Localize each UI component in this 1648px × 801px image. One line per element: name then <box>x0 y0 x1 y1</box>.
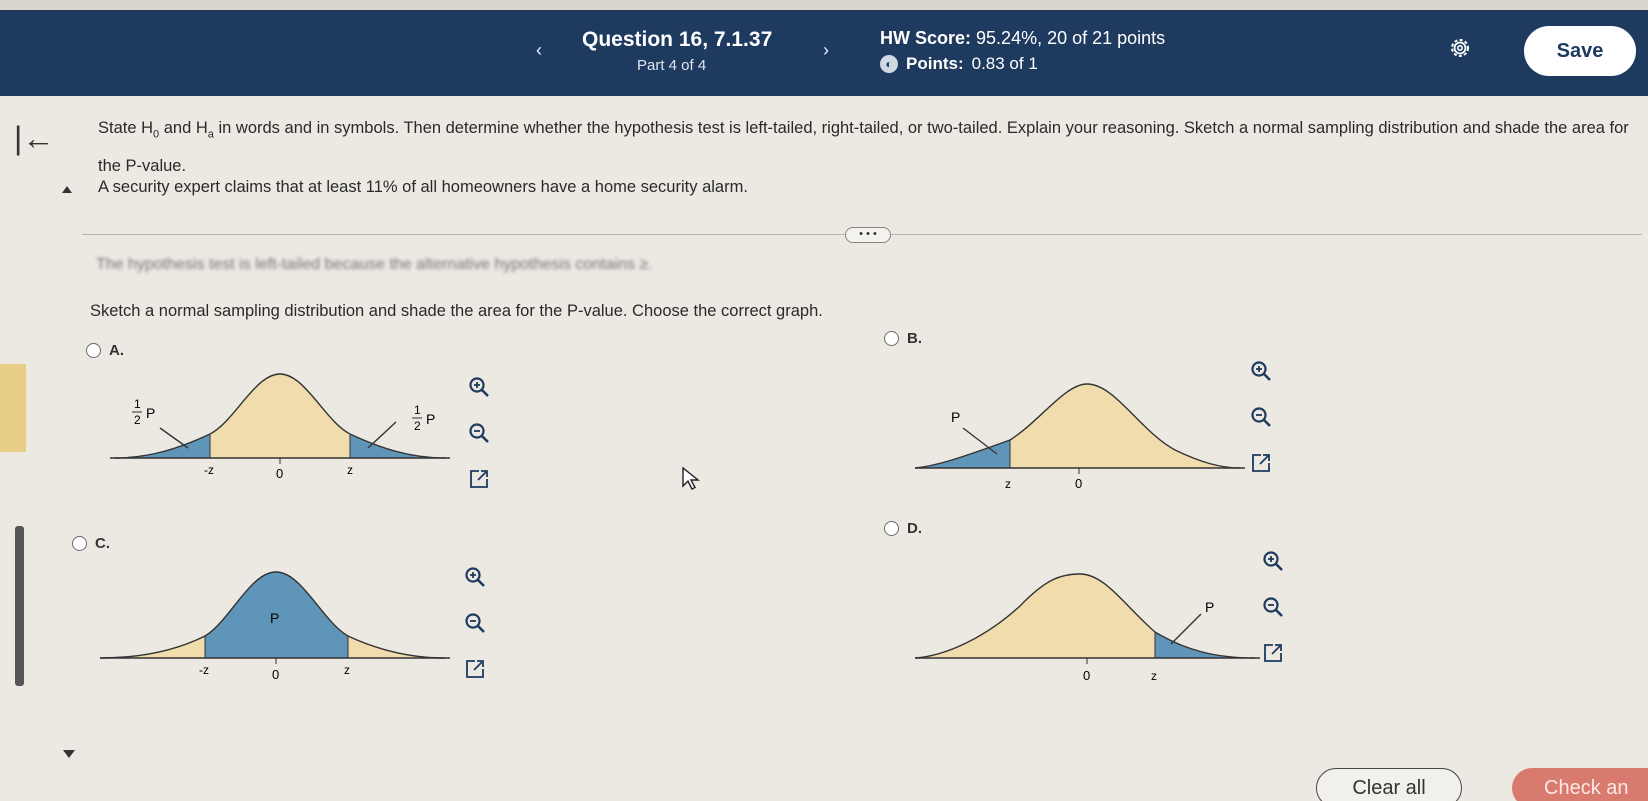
hw-score: HW Score: 95.24%, 20 of 21 points <box>880 28 1165 49</box>
zoom-in-icon[interactable] <box>464 566 486 588</box>
option-c-letter: C. <box>95 535 110 552</box>
label-p: P <box>270 610 279 626</box>
zoom-out-icon[interactable] <box>1250 406 1272 428</box>
graph-option-b: P z 0 <box>915 383 1245 491</box>
zoom-in-icon[interactable] <box>1262 550 1284 572</box>
question-part: Part 4 of 4 <box>637 57 707 74</box>
save-button[interactable]: Save <box>1524 26 1636 76</box>
mouse-cursor-icon <box>682 466 700 490</box>
label-zero: 0 <box>1083 668 1090 683</box>
graph-option-d: P 0 z <box>915 573 1260 683</box>
graph-d-tools <box>1262 550 1284 664</box>
prev-question-button[interactable]: ‹ <box>536 40 542 61</box>
check-answer-button[interactable]: Check an <box>1512 768 1648 801</box>
label-z: z <box>1005 477 1011 491</box>
option-d[interactable]: D. <box>884 520 922 537</box>
graph-c-tools <box>464 566 486 680</box>
label-z: z <box>344 663 350 677</box>
label-p-left: P <box>146 405 155 421</box>
collapse-down-icon[interactable] <box>63 750 75 758</box>
points-label: Points: <box>906 54 964 73</box>
label-neg-z: -z <box>199 663 209 677</box>
claim-text: A security expert claims that at least 1… <box>98 178 748 196</box>
zoom-out-icon[interactable] <box>464 612 486 634</box>
option-a-letter: A. <box>109 342 124 359</box>
expand-ellipsis-button[interactable]: • • • <box>845 227 891 243</box>
label-p: P <box>1205 599 1214 615</box>
label-half-right-num: 1 <box>414 403 421 417</box>
option-b[interactable]: B. <box>884 330 922 347</box>
graph-b-tools <box>1250 360 1272 474</box>
option-d-radio[interactable] <box>884 521 899 536</box>
label-p-right: P <box>426 411 435 427</box>
sketch-prompt: Sketch a normal sampling distribution an… <box>90 302 823 320</box>
partial-credit-icon: ◐ <box>880 55 898 73</box>
label-z: z <box>1151 669 1157 683</box>
graph-a-tools <box>468 376 490 490</box>
label-zero: 0 <box>1075 476 1082 491</box>
graph-option-a: 1 2 P 1 2 P -z 0 z <box>110 373 450 481</box>
hw-score-value: 95.24%, 20 of 21 points <box>976 28 1166 48</box>
label-p: P <box>951 409 960 425</box>
option-d-letter: D. <box>907 520 922 537</box>
side-scroll-indicator[interactable] <box>15 526 24 686</box>
label-half-left-num: 1 <box>134 397 141 411</box>
graph-option-c: P -z 0 z <box>100 571 450 682</box>
collapse-up-icon[interactable] <box>62 186 72 193</box>
option-b-letter: B. <box>907 330 922 347</box>
points-display: ◐ Points: 0.83 of 1 <box>880 54 1038 74</box>
question-header: ‹ Question 16, 7.1.37 Part 4 of 4 › HW S… <box>0 10 1648 96</box>
hw-score-label: HW Score: <box>880 28 972 48</box>
label-half-left-den: 2 <box>134 413 141 427</box>
label-neg-z: -z <box>204 463 214 477</box>
zoom-in-icon[interactable] <box>1250 360 1272 382</box>
question-title: Question 16, 7.1.37 <box>582 28 773 51</box>
previous-answer-text: The hypothesis test is left-tailed becau… <box>96 256 653 273</box>
option-a-radio[interactable] <box>86 343 101 358</box>
expand-icon[interactable] <box>1250 452 1272 474</box>
label-zero: 0 <box>272 667 279 682</box>
zoom-in-icon[interactable] <box>468 376 490 398</box>
option-c[interactable]: C. <box>72 535 110 552</box>
question-instructions: State H0 and Ha in words and in symbols.… <box>98 119 1629 176</box>
expand-icon[interactable] <box>468 468 490 490</box>
back-arrow-icon[interactable]: |← <box>14 120 54 157</box>
label-half-right-den: 2 <box>414 419 421 433</box>
question-content: |← State H0 and Ha in words and in symbo… <box>0 96 1648 801</box>
gear-icon[interactable] <box>1448 36 1472 60</box>
next-question-button[interactable]: › <box>823 40 829 61</box>
option-b-radio[interactable] <box>884 331 899 346</box>
zoom-out-icon[interactable] <box>1262 596 1284 618</box>
clear-all-button[interactable]: Clear all <box>1316 768 1462 801</box>
zoom-out-icon[interactable] <box>468 422 490 444</box>
option-c-radio[interactable] <box>72 536 87 551</box>
expand-icon[interactable] <box>464 658 486 680</box>
option-a[interactable]: A. <box>86 342 124 359</box>
points-value: 0.83 of 1 <box>971 54 1038 73</box>
browser-top-strip <box>0 0 1648 10</box>
expand-icon[interactable] <box>1262 642 1284 664</box>
side-highlight <box>0 364 26 452</box>
label-zero: 0 <box>276 466 283 481</box>
label-z: z <box>347 463 353 477</box>
